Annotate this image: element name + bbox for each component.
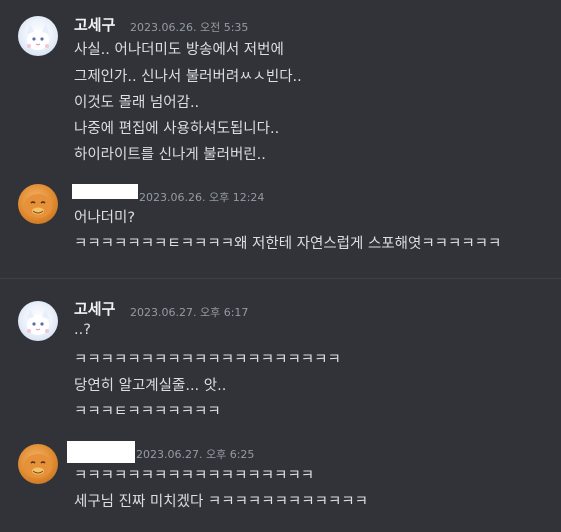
- message-line: 사실.. 어나더미도 방송에서 저번에: [74, 42, 284, 58]
- username[interactable]: 고세구: [74, 298, 115, 319]
- message-line: 나중에 편집에 사용하셔도됩니다..: [74, 121, 280, 137]
- character-avatar-icon: [27, 24, 49, 50]
- duck-avatar-icon: [24, 454, 52, 478]
- user-avatar[interactable]: [18, 16, 58, 56]
- message-line: 당연히 알고계실줄... 앗..: [74, 378, 227, 394]
- message-line: ㅋㅋㅋㅋㅋㅋㅋㅋㅋㅋㅋㅋㅋㅋㅋㅋㅋㅋ: [74, 468, 315, 484]
- message-line: 어나더미?: [74, 210, 136, 226]
- timestamp: 2023.06.26. 오전 5:35: [130, 21, 249, 34]
- user-avatar[interactable]: [18, 301, 58, 341]
- message-line: 이것도 몰래 넘어감..: [74, 95, 200, 111]
- timestamp: 2023.06.26. 오후 12:24: [139, 191, 265, 204]
- date-divider: [0, 278, 561, 279]
- timestamp: 2023.06.27. 오후 6:17: [130, 306, 249, 319]
- message-line: 하이라이트를 신나게 불러버린..: [74, 147, 266, 163]
- redacted-username: [67, 441, 135, 463]
- message-line: 세구님 진짜 미치겠다 ㅋㅋㅋㅋㅋㅋㅋㅋㅋㅋㅋㅋ: [74, 494, 368, 510]
- message-line: ..?: [74, 322, 91, 338]
- redacted-username: [72, 184, 138, 199]
- message-line: ㅋㅋㅋㅋㅋㅋㅋㅌㅋㅋㅋㅋ왜 저한테 자연스럽게 스포해엿ㅋㅋㅋㅋㅋㅋ: [74, 236, 502, 252]
- character-avatar-icon: [27, 309, 49, 335]
- message-line: ㅋㅋㅋㅋㅋㅋㅋㅋㅋㅋㅋㅋㅋㅋㅋㅋㅋㅋㅋㅋ: [74, 352, 341, 368]
- message-line: 그제인가.. 신나서 불러버려ㅆㅅ빈다..: [74, 69, 302, 85]
- username[interactable]: 고세구: [74, 14, 115, 35]
- user-avatar[interactable]: [18, 444, 58, 484]
- timestamp: 2023.06.27. 오후 6:25: [136, 448, 255, 461]
- user-avatar[interactable]: [18, 184, 58, 224]
- duck-avatar-icon: [24, 194, 52, 218]
- message-line: ㅋㅋㅋㅌㅋㅋㅋㅋㅋㅋㅋ: [74, 404, 221, 420]
